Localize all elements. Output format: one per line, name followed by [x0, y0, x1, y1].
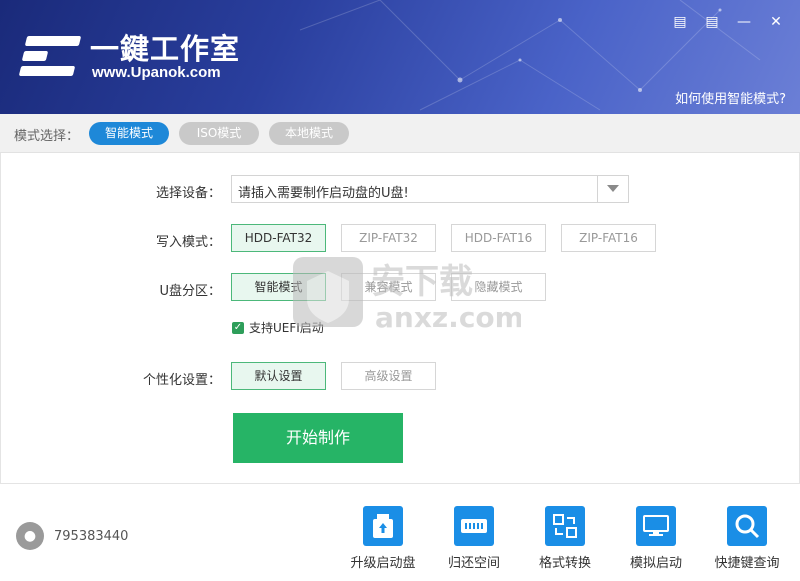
qq-contact[interactable]: ● 795383440 — [16, 522, 128, 550]
personal-advanced[interactable]: 高级设置 — [341, 362, 436, 390]
device-select-value: 请插入需要制作启动盘的U盘! — [238, 186, 409, 201]
svg-text:安下载: 安下载 — [371, 262, 473, 302]
tool-upgrade-drive-label: 升级启动盘 — [350, 556, 416, 571]
tool-shortcut-query[interactable]: 快捷键查询 — [702, 506, 792, 571]
search-icon — [727, 506, 767, 546]
mode-local-button[interactable]: 本地模式 — [269, 122, 349, 145]
personal-label: 个性化设置： — [142, 373, 221, 388]
uefi-checkbox[interactable]: ✓ — [232, 321, 244, 334]
mode-iso-button[interactable]: ISO模式 — [179, 122, 259, 145]
app-logo: 一鍵工作室 www.Upanok.com — [18, 34, 240, 82]
watermark-text: anxz.com — [375, 301, 521, 333]
write-mode-zip-fat32[interactable]: ZIP-FAT32 — [341, 224, 436, 252]
chevron-down-icon[interactable] — [597, 176, 628, 202]
logo-url: www.Upanok.com — [92, 64, 221, 81]
tool-format-convert-label: 格式转换 — [538, 556, 591, 571]
device-label: 选择设备： — [155, 186, 221, 201]
personal-default[interactable]: 默认设置 — [231, 362, 326, 390]
message-icon[interactable]: ▤ — [702, 14, 722, 30]
monitor-icon — [636, 506, 676, 546]
write-mode-hdd-fat16[interactable]: HDD-FAT16 — [451, 224, 546, 252]
start-button[interactable]: 开始制作 — [233, 413, 403, 463]
help-link[interactable]: 如何使用智能模式? — [675, 88, 786, 107]
convert-icon — [545, 506, 585, 546]
minimize-icon[interactable]: — — [734, 14, 754, 30]
close-icon[interactable]: ✕ — [766, 14, 786, 30]
tool-upgrade-drive[interactable]: 升级启动盘 — [338, 506, 428, 571]
mode-smart-button[interactable]: 智能模式 — [89, 122, 169, 145]
book-icon[interactable]: ▤ — [670, 14, 690, 30]
qq-penguin-icon: ● — [16, 522, 44, 550]
tool-simulate-boot-label: 模拟启动 — [629, 556, 682, 571]
tool-format-convert[interactable]: 格式转换 — [520, 506, 610, 571]
mode-label: 模式选择： — [14, 129, 80, 144]
storage-icon — [454, 506, 494, 546]
write-mode-hdd-fat32[interactable]: HDD-FAT32 — [231, 224, 326, 252]
tool-restore-space[interactable]: 归还空间 — [429, 506, 519, 571]
tool-restore-space-label: 归还空间 — [447, 556, 500, 571]
watermark-logo: 安下载 anxz.com — [293, 257, 521, 333]
write-mode-label: 写入模式： — [155, 235, 221, 250]
footer-toolbar: ● 795383440 升级启动盘 归还空间 格式转换 模拟启动 快捷键查询 — [0, 483, 800, 581]
mode-bar: 模式选择： 智能模式 ISO模式 本地模式 — [0, 114, 800, 153]
device-select[interactable]: 请插入需要制作启动盘的U盘! — [231, 175, 629, 203]
upgrade-drive-icon — [363, 506, 403, 546]
partition-label: U盘分区： — [159, 284, 221, 299]
write-mode-zip-fat16[interactable]: ZIP-FAT16 — [561, 224, 656, 252]
main-panel: 选择设备： 请插入需要制作启动盘的U盘! 写入模式： HDD-FAT32 ZIP… — [0, 153, 800, 483]
logo-title: 一鍵工作室 — [90, 32, 241, 66]
window-controls: ▤ ▤ — ✕ — [670, 14, 786, 30]
header-banner: 一鍵工作室 www.Upanok.com ▤ ▤ — ✕ 如何使用智能模式? — [0, 0, 800, 114]
logo-mark-icon — [18, 34, 82, 78]
tool-shortcut-query-label: 快捷键查询 — [714, 556, 780, 571]
tool-simulate-boot[interactable]: 模拟启动 — [611, 506, 701, 571]
qq-number: 795383440 — [54, 528, 129, 544]
